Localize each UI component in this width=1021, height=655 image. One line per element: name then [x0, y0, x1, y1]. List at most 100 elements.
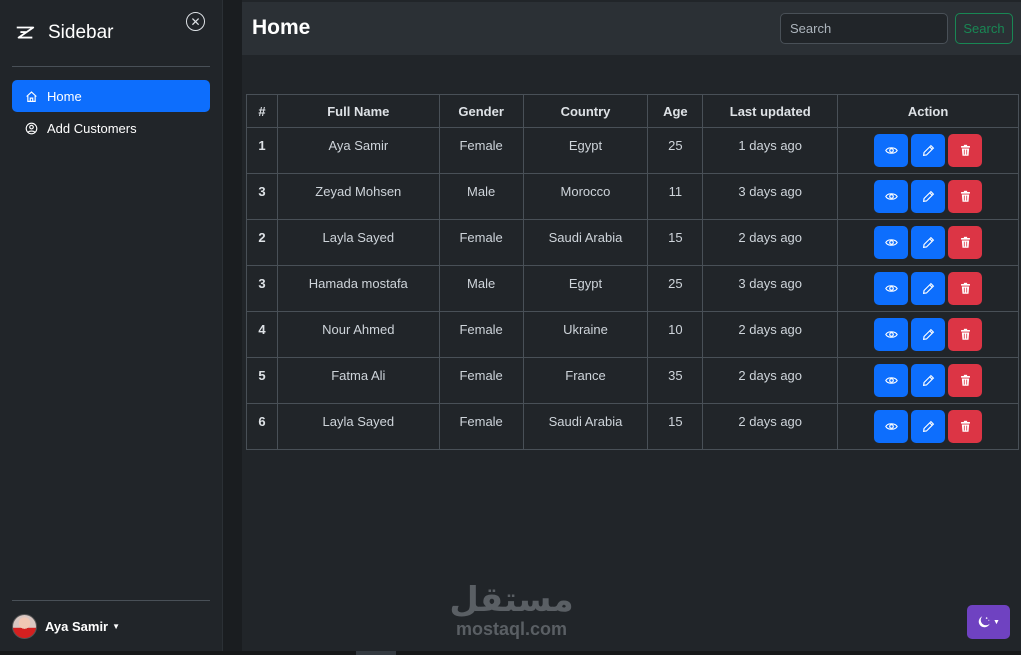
sidebar-item-add-customers[interactable]: Add Customers: [12, 112, 210, 144]
lightning-icon: [16, 26, 35, 39]
sidebar-item-label: Add Customers: [47, 120, 137, 136]
view-button[interactable]: [874, 272, 909, 305]
gender-cell: Female: [438, 219, 524, 266]
gender-cell: Female: [438, 127, 524, 174]
view-button[interactable]: [874, 134, 909, 167]
full-name-cell: Layla Sayed: [276, 219, 440, 266]
last-updated-cell: 2 days ago: [702, 357, 839, 404]
view-button[interactable]: [874, 364, 909, 397]
view-button[interactable]: [874, 318, 909, 351]
delete-button[interactable]: [948, 410, 983, 443]
column-header: Age: [647, 94, 704, 128]
row-number: 5: [246, 357, 278, 404]
action-cell: [837, 357, 1019, 404]
user-menu[interactable]: Aya Samir ▼: [12, 614, 120, 639]
table-row: 4 Nour Ahmed Female Ukraine 10 2 days ag…: [246, 311, 1019, 358]
action-cell: [837, 403, 1019, 450]
full-name-cell: Nour Ahmed: [276, 311, 440, 358]
full-name-cell: Layla Sayed: [276, 403, 440, 450]
table-row: 5 Fatma Ali Female France 35 2 days ago: [246, 357, 1019, 404]
customers-table: # Full Name Gender Country Age Last upda…: [246, 94, 1019, 450]
view-button[interactable]: [874, 226, 909, 259]
trash-icon: [960, 328, 970, 340]
edit-button[interactable]: [911, 364, 946, 397]
pencil-icon: [922, 374, 934, 387]
sidebar-divider: [12, 66, 210, 67]
column-header: Country: [522, 94, 649, 128]
eye-icon: [884, 331, 898, 338]
trash-icon: [960, 144, 970, 156]
trash-icon: [960, 374, 970, 386]
search-button[interactable]: Search: [955, 13, 1013, 44]
last-updated-cell: 1 days ago: [702, 127, 839, 174]
age-cell: 15: [647, 219, 704, 266]
action-cell: [837, 265, 1019, 312]
delete-button[interactable]: [948, 318, 983, 351]
last-updated-cell: 2 days ago: [702, 219, 839, 266]
country-cell: Ukraine: [522, 311, 649, 358]
gender-cell: Male: [438, 265, 524, 312]
full-name-cell: Aya Samir: [276, 127, 440, 174]
age-cell: 25: [647, 127, 704, 174]
view-button[interactable]: [874, 180, 909, 213]
last-updated-cell: 2 days ago: [702, 311, 839, 358]
full-name-cell: Zeyad Mohsen: [276, 173, 440, 220]
column-header: #: [246, 94, 278, 128]
eye-icon: [884, 285, 898, 292]
country-cell: Egypt: [522, 265, 649, 312]
action-cell: [837, 219, 1019, 266]
trash-icon: [960, 190, 970, 202]
avatar: [12, 614, 37, 639]
edit-button[interactable]: [911, 272, 946, 305]
gender-cell: Female: [438, 311, 524, 358]
row-number: 3: [246, 265, 278, 312]
age-cell: 15: [647, 403, 704, 450]
table-row: 3 Hamada mostafa Male Egypt 25 3 days ag…: [246, 265, 1019, 312]
full-name-cell: Fatma Ali: [276, 357, 440, 404]
person-circle-icon: [25, 122, 38, 134]
delete-button[interactable]: [948, 364, 983, 397]
column-header: Last updated: [702, 94, 839, 128]
trash-icon: [960, 420, 970, 432]
pencil-icon: [922, 190, 934, 203]
gender-cell: Female: [438, 403, 524, 450]
table-row: 3 Zeyad Mohsen Male Morocco 11 3 days ag…: [246, 173, 1019, 220]
column-header: Gender: [438, 94, 524, 128]
eye-icon: [884, 377, 898, 384]
sidebar: Sidebar ✕ Home Add Customers Aya Samir ▼: [0, 0, 223, 655]
pencil-icon: [922, 236, 934, 249]
sidebar-gutter: [223, 0, 242, 655]
page-title: Home: [252, 16, 311, 39]
trash-icon: [960, 236, 970, 248]
delete-button[interactable]: [948, 226, 983, 259]
moon-stars-icon: [978, 616, 990, 628]
watermark-latin: mostaql.com: [455, 619, 568, 639]
sidebar-item-home[interactable]: Home: [12, 80, 210, 112]
country-cell: Egypt: [522, 127, 649, 174]
delete-button[interactable]: [948, 272, 983, 305]
age-cell: 11: [647, 173, 704, 220]
edit-button[interactable]: [911, 180, 946, 213]
country-cell: Saudi Arabia: [522, 403, 649, 450]
edit-button[interactable]: [911, 134, 946, 167]
edit-button[interactable]: [911, 226, 946, 259]
last-updated-cell: 3 days ago: [702, 265, 839, 312]
close-sidebar-button[interactable]: ✕: [186, 12, 205, 31]
theme-toggle-button[interactable]: ▼: [967, 605, 1010, 639]
close-icon: ✕: [190, 14, 201, 29]
row-number: 3: [246, 173, 278, 220]
edit-button[interactable]: [911, 410, 946, 443]
sidebar-divider: [12, 600, 210, 601]
search-input[interactable]: [780, 13, 948, 44]
delete-button[interactable]: [948, 134, 983, 167]
scroll-thumb[interactable]: [356, 651, 396, 655]
country-cell: Morocco: [522, 173, 649, 220]
table-row: 1 Aya Samir Female Egypt 25 1 days ago: [246, 127, 1019, 174]
edit-button[interactable]: [911, 318, 946, 351]
delete-button[interactable]: [948, 180, 983, 213]
sidebar-brand: Sidebar: [14, 22, 114, 44]
view-button[interactable]: [874, 410, 909, 443]
last-updated-cell: 2 days ago: [702, 403, 839, 450]
eye-icon: [884, 239, 898, 246]
country-cell: Saudi Arabia: [522, 219, 649, 266]
